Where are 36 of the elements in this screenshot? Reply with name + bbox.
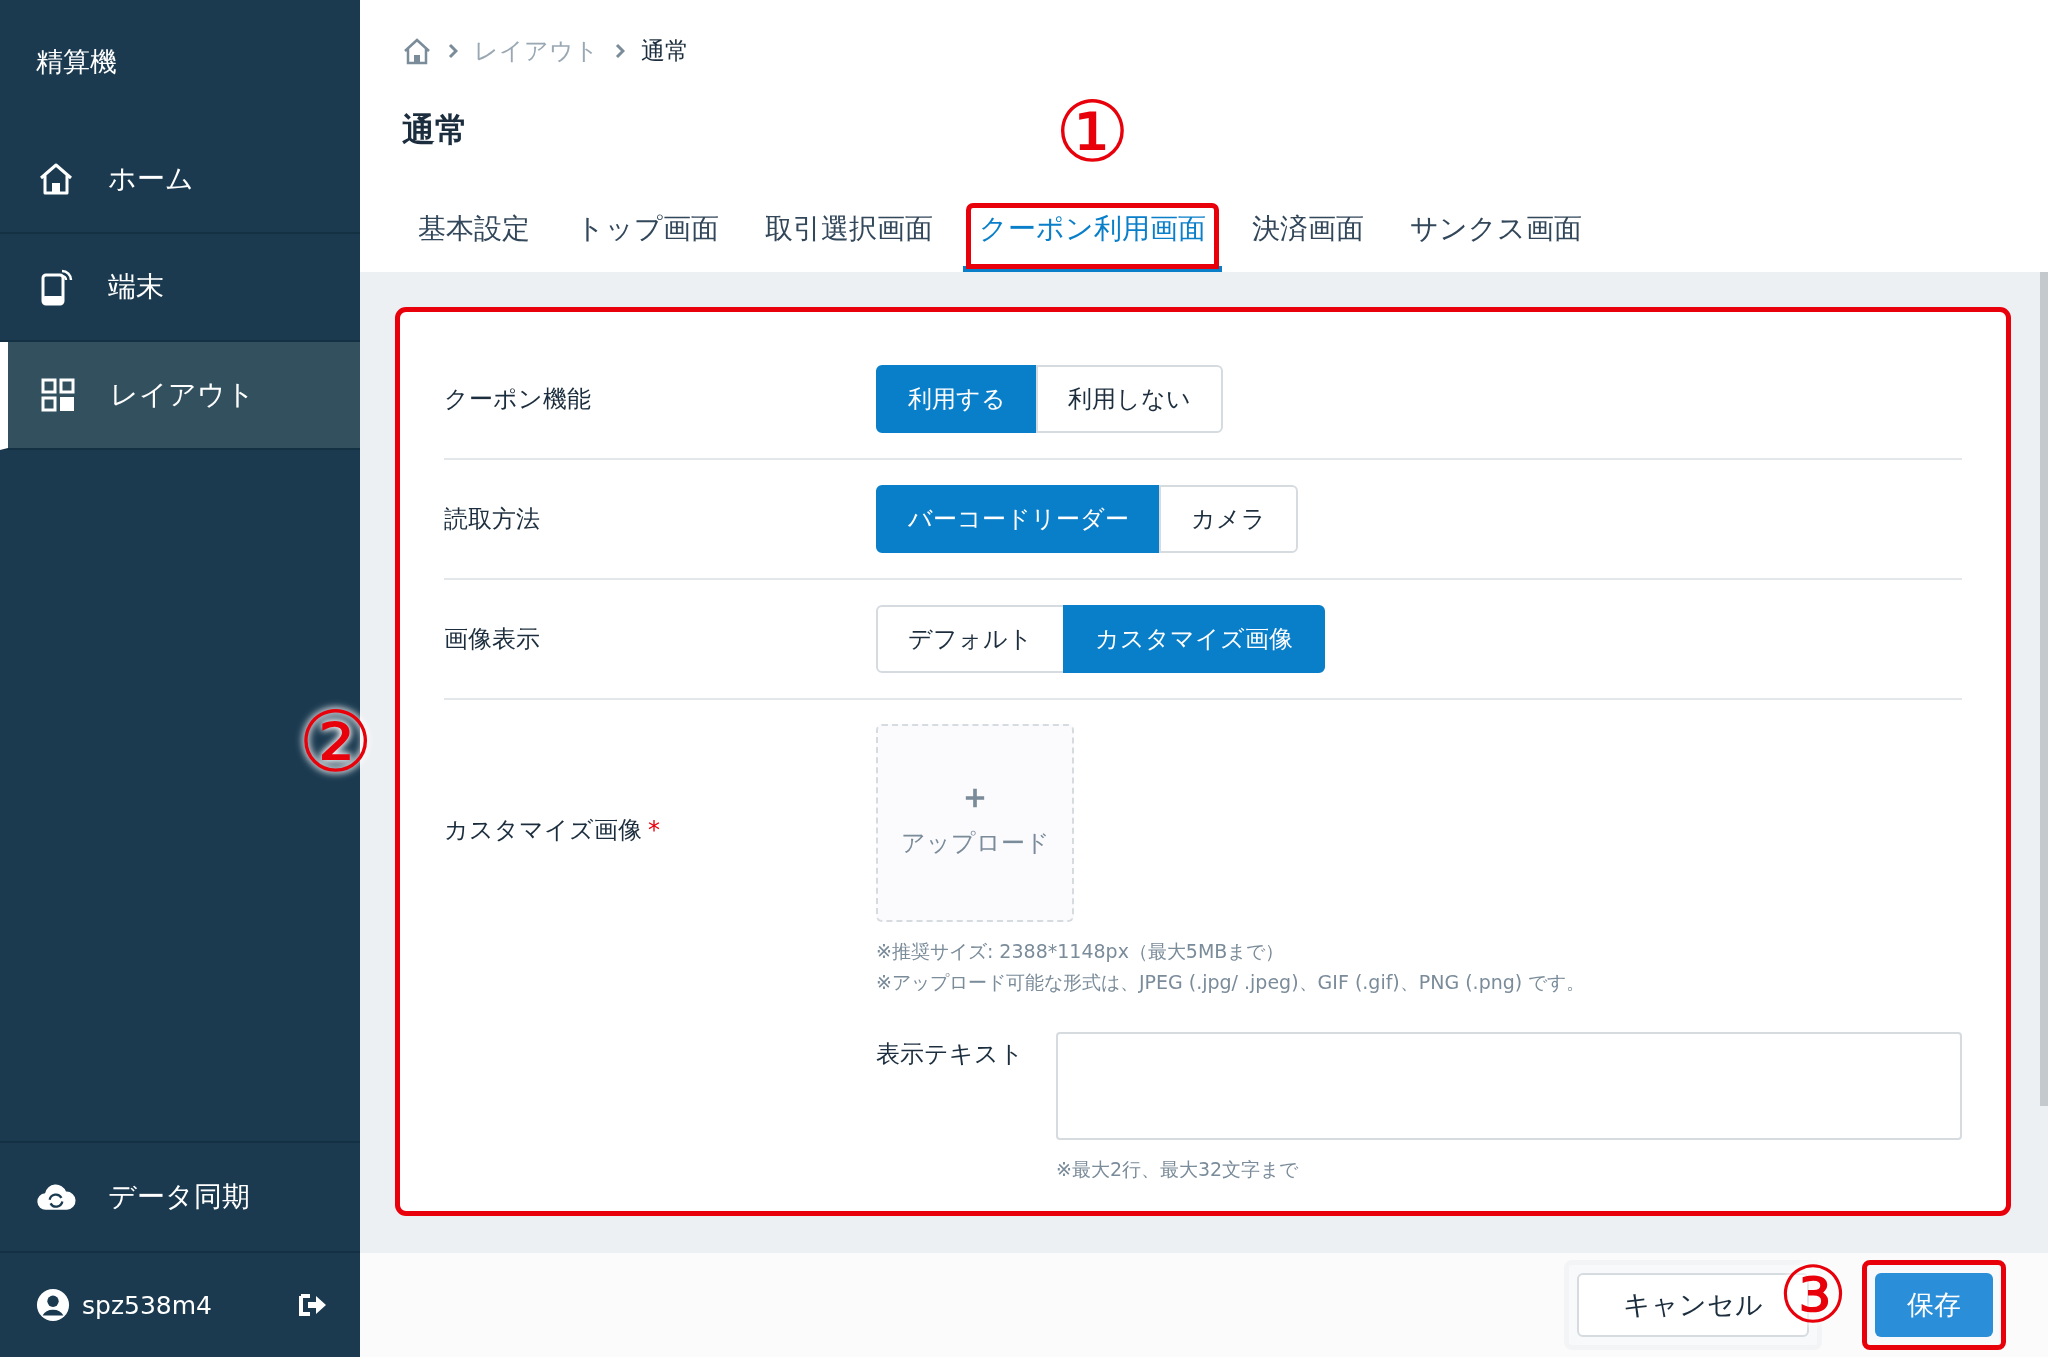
tab[interactable]: 基本設定 (402, 200, 546, 272)
field-label: 表示テキスト (876, 1039, 1025, 1070)
breadcrumb-item: 通常 (641, 36, 689, 67)
chevron-icon (448, 43, 458, 59)
logout-icon[interactable] (298, 1292, 328, 1318)
tab[interactable]: クーポン利用画面 (963, 200, 1222, 272)
required-mark: * (648, 816, 660, 844)
plus-icon (964, 787, 986, 809)
chevron-icon (615, 43, 625, 59)
segment-option[interactable]: デフォルト (876, 605, 1065, 673)
segment-option[interactable]: バーコードリーダー (876, 485, 1161, 553)
tab[interactable]: 決済画面 (1236, 200, 1380, 272)
tab[interactable]: サンクス画面 (1394, 200, 1598, 272)
home-icon[interactable] (402, 37, 432, 65)
segment-option[interactable]: カメラ (1159, 485, 1298, 553)
field-label: クーポン機能 (444, 384, 592, 415)
hint-text: ※最大2行、最大32文字まで (1056, 1157, 1300, 1182)
data-sync-item[interactable]: データ同期 (0, 1141, 360, 1253)
segment-option[interactable]: カスタマイズ画像 (1063, 605, 1325, 673)
tab[interactable]: 取引選択画面 (749, 200, 949, 272)
app-title: 精算機 (35, 45, 118, 79)
page-title: 通常 (402, 109, 468, 151)
scrollbar[interactable] (2040, 272, 2048, 1106)
segment-option[interactable]: 利用しない (1036, 365, 1223, 433)
hint-text: ※推奨サイズ: 2388*1148px（最大5MBまで） (876, 939, 1286, 964)
footer-button[interactable]: 保存 (1875, 1273, 1993, 1337)
callout-number: ① (1054, 90, 1131, 174)
user-icon (36, 1288, 70, 1322)
sidebar-item[interactable]: レイアウト (0, 342, 360, 450)
field-label: 画像表示 (444, 624, 541, 655)
field-label: カスタマイズ画像 * (444, 815, 661, 846)
user-name: spz538m4 (82, 1290, 213, 1320)
field-label: 読取方法 (444, 504, 541, 535)
segment-option[interactable]: 利用する (876, 365, 1038, 433)
hint-text: ※アップロード可能な形式は、JPEG (.jpg/ .jpeg)、GIF (.gif)、PNG (.png) です。 (876, 970, 1587, 995)
tab[interactable]: トップ画面 (560, 200, 735, 272)
